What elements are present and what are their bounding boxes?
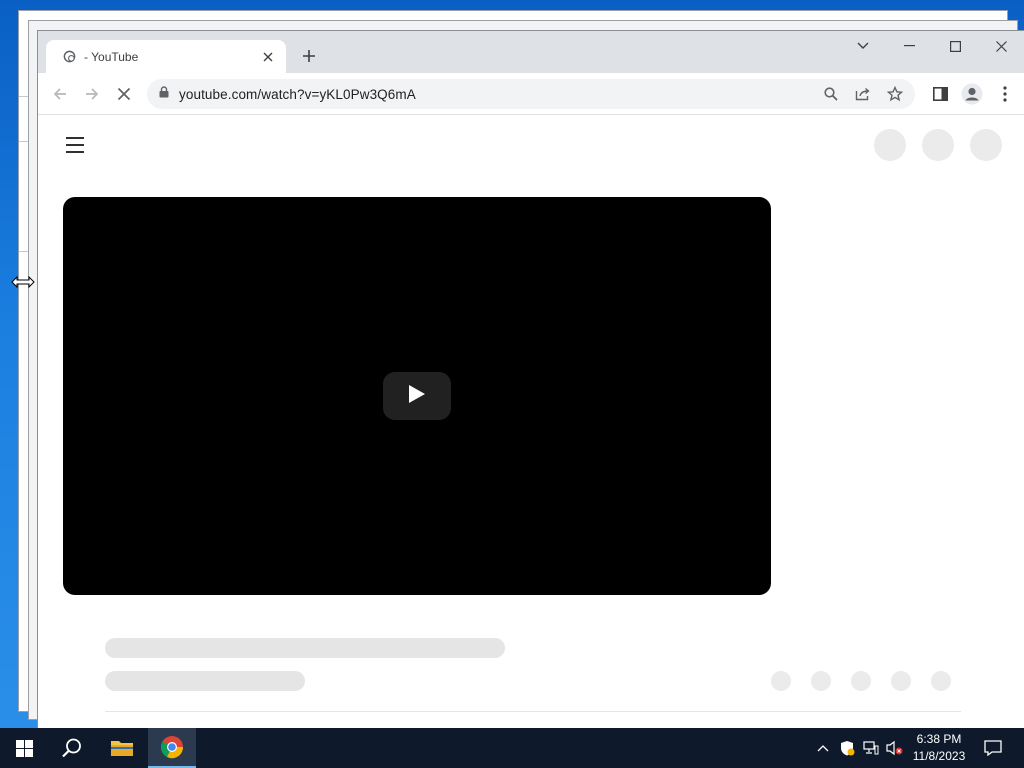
chrome-icon[interactable]: [148, 728, 196, 768]
more-vert-icon[interactable]: [993, 82, 1017, 106]
system-clock[interactable]: 6:38 PM 11/8/2023: [904, 731, 974, 765]
desktop: - YouTube youtube.com/watch?v=yKL0Pw3Q6m…: [0, 0, 1024, 728]
loading-globe-icon: [62, 50, 76, 64]
taskbar: 6:38 PM 11/8/2023: [0, 728, 1024, 768]
horizontal-resize-cursor-icon: [11, 274, 35, 290]
title-placeholder: [105, 638, 505, 658]
action-placeholder: [891, 671, 911, 691]
action-placeholder: [771, 671, 791, 691]
action-placeholder: [851, 671, 871, 691]
play-button[interactable]: [383, 372, 451, 420]
tab-title: - YouTube: [84, 49, 139, 64]
network-icon[interactable]: [862, 739, 880, 757]
folder-icon[interactable]: [98, 728, 146, 768]
youtube-page: [38, 116, 1024, 728]
plus-icon[interactable]: [298, 45, 320, 67]
lock-icon[interactable]: [159, 85, 169, 103]
header-placeholder: [970, 129, 1002, 161]
share-icon[interactable]: [847, 82, 879, 106]
window-controls: [840, 31, 1024, 61]
header-placeholder: [922, 129, 954, 161]
volume-muted-icon[interactable]: [886, 739, 904, 757]
back-arrow-icon[interactable]: [48, 82, 72, 106]
forward-arrow-icon[interactable]: [80, 82, 104, 106]
browser-toolbar: youtube.com/watch?v=yKL0Pw3Q6mA: [38, 73, 1024, 115]
video-player[interactable]: [63, 197, 771, 595]
minimize-icon[interactable]: [886, 31, 932, 61]
address-bar[interactable]: youtube.com/watch?v=yKL0Pw3Q6mA: [147, 79, 915, 109]
browser-window: - YouTube youtube.com/watch?v=yKL0Pw3Q6m…: [37, 30, 1024, 728]
chevron-down-icon[interactable]: [840, 31, 886, 61]
tab-strip: - YouTube: [38, 31, 1024, 73]
channel-placeholder: [105, 671, 305, 691]
maximize-icon[interactable]: [932, 31, 978, 61]
clock-date: 11/8/2023: [912, 749, 966, 763]
hamburger-icon[interactable]: [64, 136, 86, 154]
url-text[interactable]: youtube.com/watch?v=yKL0Pw3Q6mA: [179, 87, 416, 102]
clock-time: 6:38 PM: [916, 732, 962, 746]
close-icon[interactable]: [978, 31, 1024, 61]
shield-warning-icon[interactable]: [838, 739, 856, 757]
divider: [105, 711, 961, 712]
profile-icon[interactable]: [960, 82, 984, 106]
tab-youtube[interactable]: - YouTube: [46, 40, 286, 73]
search-icon[interactable]: [815, 82, 847, 106]
notification-icon[interactable]: [978, 728, 1008, 768]
side-panel-icon[interactable]: [928, 82, 952, 106]
search-icon[interactable]: [48, 728, 96, 768]
star-icon[interactable]: [879, 82, 911, 106]
action-placeholder: [931, 671, 951, 691]
chevron-up-icon[interactable]: [814, 739, 832, 757]
play-icon: [408, 384, 426, 409]
header-placeholder: [874, 129, 906, 161]
action-placeholder: [811, 671, 831, 691]
close-icon[interactable]: [260, 49, 276, 65]
stop-loading-icon[interactable]: [112, 82, 136, 106]
windows-logo-icon[interactable]: [0, 728, 48, 768]
